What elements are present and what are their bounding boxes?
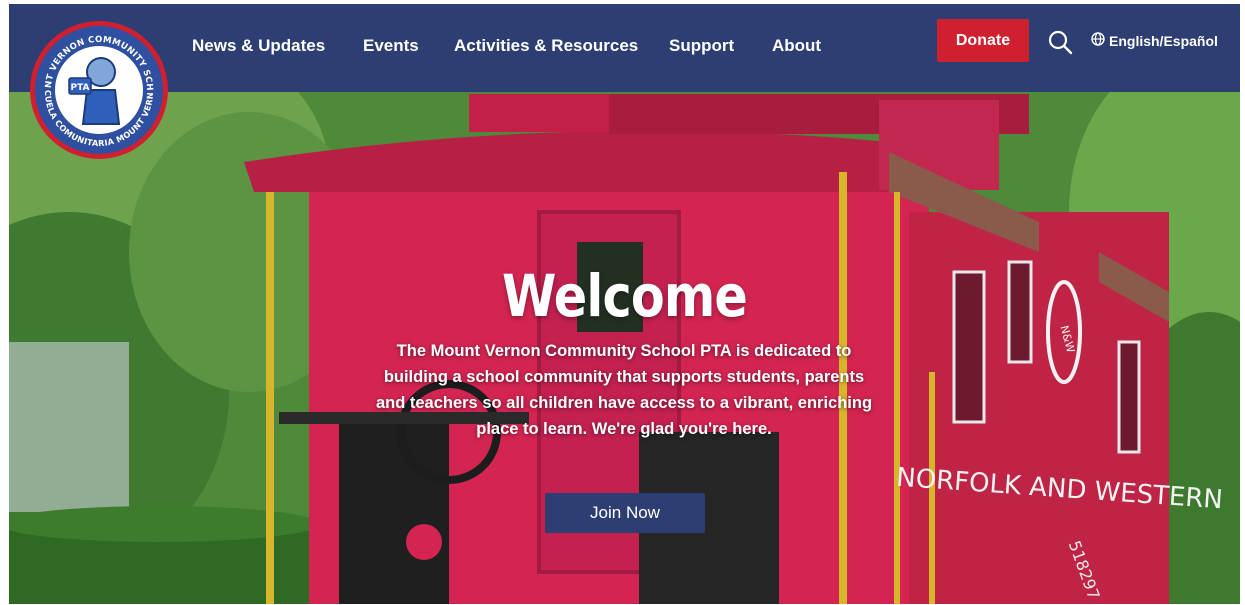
hero-title: Welcome xyxy=(502,262,748,330)
page-frame: NORFOLK AND WESTERN 518297 N&W Welcome T… xyxy=(9,4,1240,604)
language-label: English/Español xyxy=(1109,32,1218,49)
join-now-button[interactable]: Join Now xyxy=(545,493,705,533)
donate-button[interactable]: Donate xyxy=(937,19,1029,62)
language-switcher[interactable]: English/Español xyxy=(1091,32,1218,49)
nav-news-updates[interactable]: News & Updates xyxy=(192,36,325,56)
pta-logo[interactable]: MOUNT VERNON COMMUNITY SCHOOL ESCUELA CO… xyxy=(25,12,169,160)
nav-about[interactable]: About xyxy=(772,36,821,56)
globe-icon xyxy=(1091,32,1105,49)
search-icon[interactable] xyxy=(1047,29,1073,55)
nav-support[interactable]: Support xyxy=(669,36,734,56)
site-header: News & Updates Events Activities & Resou… xyxy=(9,4,1240,92)
nav-events[interactable]: Events xyxy=(363,36,419,56)
nav-activities-resources[interactable]: Activities & Resources xyxy=(454,36,638,56)
logo-pta-text: PTA xyxy=(70,83,89,93)
hero-description: The Mount Vernon Community School PTA is… xyxy=(375,342,873,438)
hero-section: NORFOLK AND WESTERN 518297 N&W Welcome T… xyxy=(9,92,1240,604)
